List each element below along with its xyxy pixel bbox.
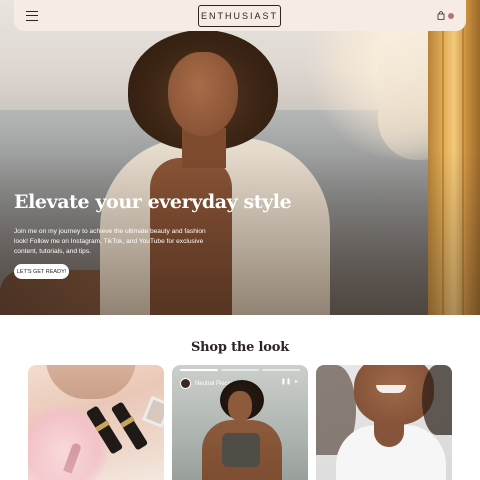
nav-actions: [437, 11, 454, 20]
cart-indicator-dot: [448, 12, 454, 19]
shop-the-look-heading: Shop the look: [190, 340, 290, 355]
brand-logo[interactable]: ENTHUSIAST: [198, 5, 281, 27]
story-controls: ❚❚ ▸: [281, 378, 298, 386]
makeup-pouch: [46, 365, 136, 399]
look-card-lipstick[interactable]: [28, 365, 164, 480]
look-card-model[interactable]: [316, 365, 452, 480]
hamburger-menu-icon[interactable]: [26, 10, 38, 21]
look-card-fitness-story[interactable]: Neutral Pieces ❚❚ ▸: [172, 365, 308, 480]
shopping-bag-icon[interactable]: [437, 11, 445, 20]
photo-frame: [141, 395, 164, 429]
pause-icon[interactable]: ❚❚: [281, 378, 291, 386]
athlete-face: [228, 391, 252, 421]
lets-get-ready-button[interactable]: LET'S GET READY!: [14, 264, 69, 279]
model-smile: [376, 385, 406, 393]
story-progress-bar: [180, 369, 300, 371]
avatar: [180, 378, 191, 389]
hero-description: Join me on my journey to achieve the ult…: [14, 228, 206, 255]
hero-title: Elevate your everyday style: [14, 191, 292, 213]
athlete-sports-top: [222, 433, 260, 467]
hero-section: Elevate your everyday style Join me on m…: [0, 0, 480, 315]
hero-model-face: [168, 52, 238, 136]
mute-icon[interactable]: ▸: [295, 378, 298, 386]
top-navigation: ENTHUSIAST: [14, 0, 466, 31]
model-hair-right: [422, 365, 452, 435]
